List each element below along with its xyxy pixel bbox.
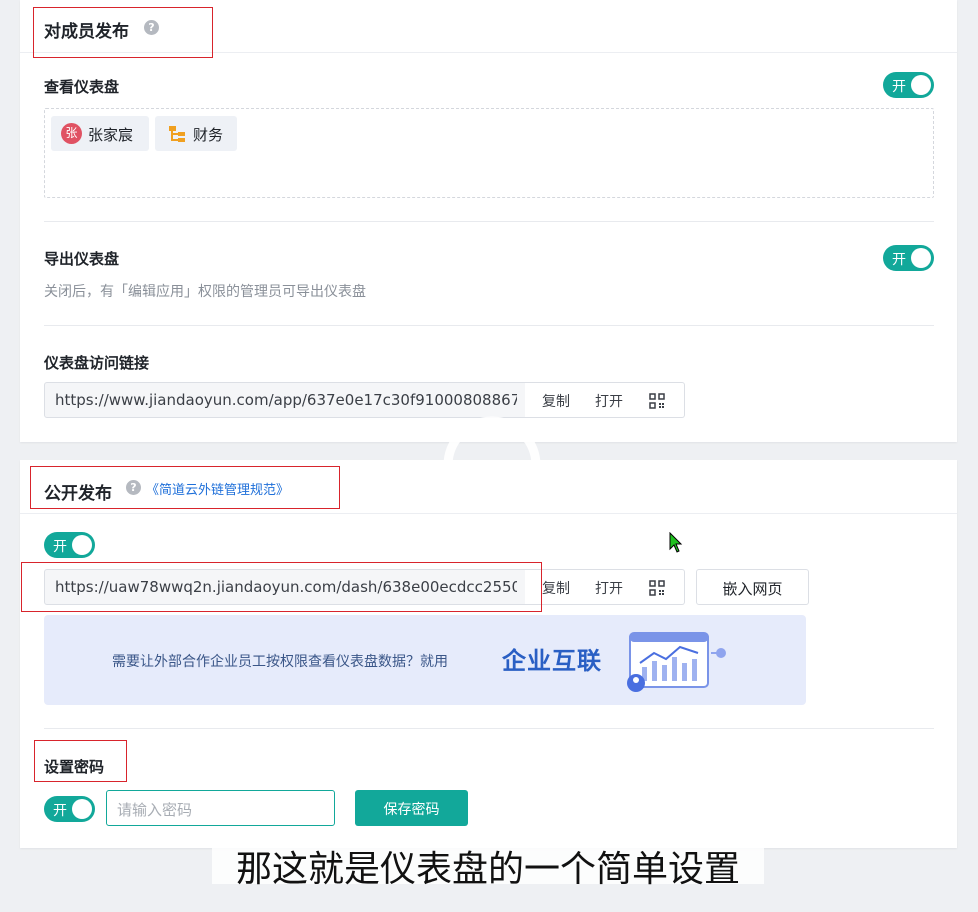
embed-webpage-button[interactable]: 嵌入网页 (696, 569, 809, 605)
avatar: 张 (61, 123, 82, 144)
member-name: 张家宸 (88, 126, 134, 144)
qr-code-icon[interactable] (649, 580, 665, 596)
public-publish-toggle[interactable]: 开 (44, 532, 95, 558)
member-tag-department[interactable]: 财务 (155, 116, 237, 151)
toggle-knob (911, 75, 931, 95)
toggle-label: 开 (892, 79, 906, 95)
divider (44, 728, 934, 729)
toggle-label: 开 (53, 539, 67, 555)
mouse-cursor-icon (669, 532, 683, 553)
password-placeholder: 请输入密码 (117, 801, 193, 819)
divider (44, 221, 934, 222)
enterprise-link-banner[interactable]: 需要让外部合作企业员工按权限查看仪表盘数据？就用 企业互联 (44, 615, 806, 705)
banner-brand: 企业互联 (502, 647, 602, 675)
link-actions: 复制 打开 (525, 382, 685, 418)
highlight-box (21, 562, 542, 612)
toggle-knob (72, 799, 92, 819)
view-dashboard-label: 查看仪表盘 (44, 78, 120, 96)
save-password-button[interactable]: 保存密码 (355, 790, 468, 826)
copy-button[interactable]: 复制 (542, 578, 570, 598)
highlight-box (33, 7, 213, 58)
org-chart-icon (169, 126, 185, 142)
member-publish-header: 对成员发布 ? (20, 0, 957, 58)
toggle-label: 开 (53, 803, 67, 819)
video-subtitle: 那这就是仪表盘的一个简单设置 (212, 836, 764, 890)
subtitle-text: 那这就是仪表盘的一个简单设置 (235, 849, 740, 890)
public-link-actions: 复制 打开 (525, 569, 685, 605)
department-name: 财务 (193, 126, 224, 144)
member-publish-card: 对成员发布 ? 查看仪表盘 开 张 张家宸 财务 导出仪表盘 开 关闭后，有「编… (20, 0, 957, 442)
toggle-label: 开 (892, 252, 906, 268)
toggle-knob (72, 535, 92, 555)
toggle-knob (911, 248, 931, 268)
member-tag-user[interactable]: 张 张家宸 (51, 116, 149, 151)
member-selector[interactable]: 张 张家宸 财务 (44, 108, 934, 198)
save-password-label: 保存密码 (383, 802, 440, 818)
qr-code-icon[interactable] (649, 393, 665, 409)
password-input[interactable]: 请输入密码 (106, 790, 335, 826)
public-publish-card: 公开发布 ? 《简道云外链管理规范》 开 https://uaw78wwq2n.… (20, 460, 957, 848)
export-description: 关闭后，有「编辑应用」权限的管理员可导出仪表盘 (44, 284, 366, 300)
open-button[interactable]: 打开 (595, 578, 623, 598)
banner-text: 需要让外部合作企业员工按权限查看仪表盘数据？就用 (112, 654, 448, 670)
copy-button[interactable]: 复制 (542, 391, 570, 411)
password-toggle[interactable]: 开 (44, 796, 95, 822)
dashboard-url: https://www.jiandaoyun.com/app/637e0e17c… (55, 391, 517, 409)
open-button[interactable]: 打开 (595, 391, 623, 411)
watermark-logo-icon (443, 416, 541, 480)
highlight-box (30, 466, 340, 509)
export-dashboard-toggle[interactable]: 开 (883, 245, 934, 271)
dashboard-illustration-icon (627, 632, 726, 692)
view-dashboard-toggle[interactable]: 开 (883, 72, 934, 98)
divider (44, 325, 934, 326)
embed-label: 嵌入网页 (722, 580, 783, 598)
highlight-box (34, 740, 127, 782)
export-dashboard-label: 导出仪表盘 (44, 250, 120, 268)
access-link-label: 仪表盘访问链接 (44, 354, 150, 372)
